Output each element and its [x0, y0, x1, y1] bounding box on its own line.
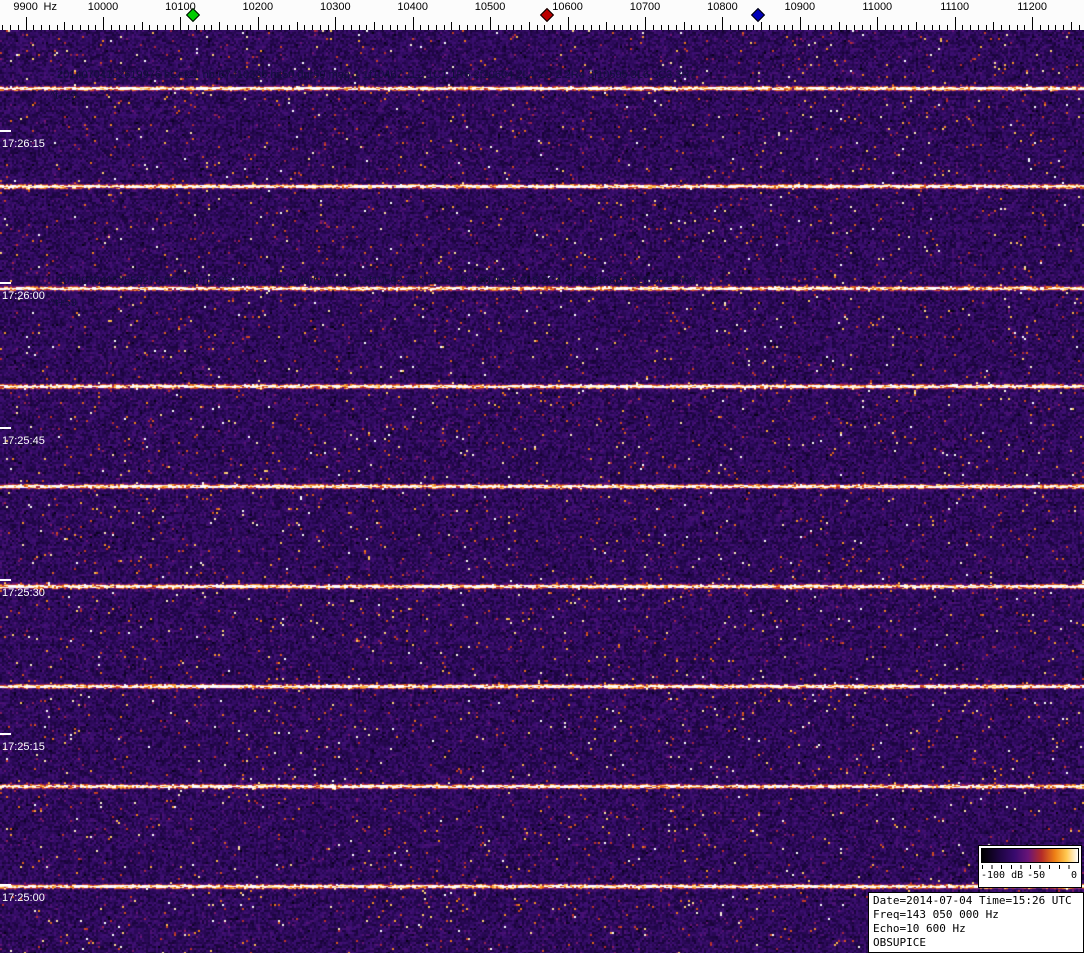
ruler-tick-major: [877, 17, 879, 30]
ruler-unit-label: Hz: [43, 1, 57, 13]
colorbar-ticks: [982, 865, 1078, 869]
colorbar-gradient: [981, 848, 1079, 863]
ruler-tick-mid: [1070, 22, 1072, 30]
ruler-tick-mid: [374, 22, 375, 30]
ruler-tick-mid: [141, 22, 143, 30]
ruler-tick-major: [799, 17, 801, 30]
ruler-tick-mid: [916, 22, 917, 30]
colorbar-legend: -100 dB -50 0: [978, 845, 1082, 888]
ruler-tick-major: [103, 17, 104, 30]
ruler-tick-major: [180, 17, 182, 30]
ruler-tick-major: [335, 17, 337, 30]
ruler-freq-label: 10700: [629, 1, 661, 13]
ruler-freq-label: 10000: [87, 1, 119, 13]
info-freq-line: Freq=143 050 000 Hz: [873, 908, 999, 921]
ruler-freq-label: 11100: [940, 1, 970, 13]
colorbar-max-label: 0: [1070, 870, 1077, 881]
ruler-tick-major: [490, 17, 492, 30]
ruler-tick-mid: [683, 22, 685, 30]
ruler-freq-label: 10800: [707, 1, 738, 13]
ruler-tick-mid: [219, 22, 221, 30]
ruler-tick-major: [257, 17, 259, 30]
frequency-ruler[interactable]: 9900 10000 10100 10200 10300 10400 10500 10600 1…: [0, 0, 1084, 30]
ruler-tick-mid: [296, 22, 298, 30]
ruler-freq-label: 10300: [320, 1, 351, 13]
ruler-freq-label: 10200: [242, 1, 274, 13]
ruler-tick-mid: [761, 22, 763, 30]
ruler-freq-label: 10900: [784, 1, 816, 13]
colorbar-min-label: -100 dB: [981, 870, 1024, 881]
info-echo-line: Echo=10 600 Hz: [873, 922, 966, 935]
info-date-line: Date=2014-07-04 Time=15:26 UTC: [873, 894, 1072, 907]
ruler-tick-major: [722, 17, 724, 30]
spectrogram-app: 9900 10000 10100 10200 10300 10400 10500 10600 1…: [0, 0, 1084, 953]
ruler-tick-mid: [606, 22, 608, 30]
ruler-freq-label: 10500: [474, 1, 506, 13]
ruler-freq-label: 11000: [862, 1, 893, 13]
ruler-freq-label: 11200: [1017, 1, 1047, 13]
info-station-line: OBSUPICE: [873, 936, 926, 949]
info-box: Date=2014-07-04 Time=15:26 UTC Freq=143 …: [868, 892, 1084, 953]
ruler-freq-label: 9900: [13, 1, 38, 13]
waterfall-canvas[interactable]: [0, 30, 1084, 953]
ruler-freq-label: 10600: [552, 1, 583, 13]
ruler-tick-major: [25, 17, 27, 30]
ruler-tick-major: [412, 17, 414, 30]
freq-marker-blue[interactable]: [751, 7, 766, 23]
ruler-tick-mid: [64, 22, 66, 30]
ruler-freq-label: 10400: [397, 1, 428, 13]
ruler-tick-major: [954, 17, 956, 30]
ruler-tick-mid: [451, 22, 453, 30]
ruler-tick-major: [1032, 17, 1034, 30]
colorbar-mid-label: -50: [1027, 870, 1046, 881]
ruler-tick-major: [645, 17, 646, 30]
ruler-tick-mid: [838, 22, 840, 30]
ruler-tick-major: [567, 17, 569, 30]
ruler-tick-mid: [993, 22, 995, 30]
colorbar-labels: -100 dB -50 0: [979, 870, 1081, 883]
ruler-tick-mid: [528, 22, 530, 30]
